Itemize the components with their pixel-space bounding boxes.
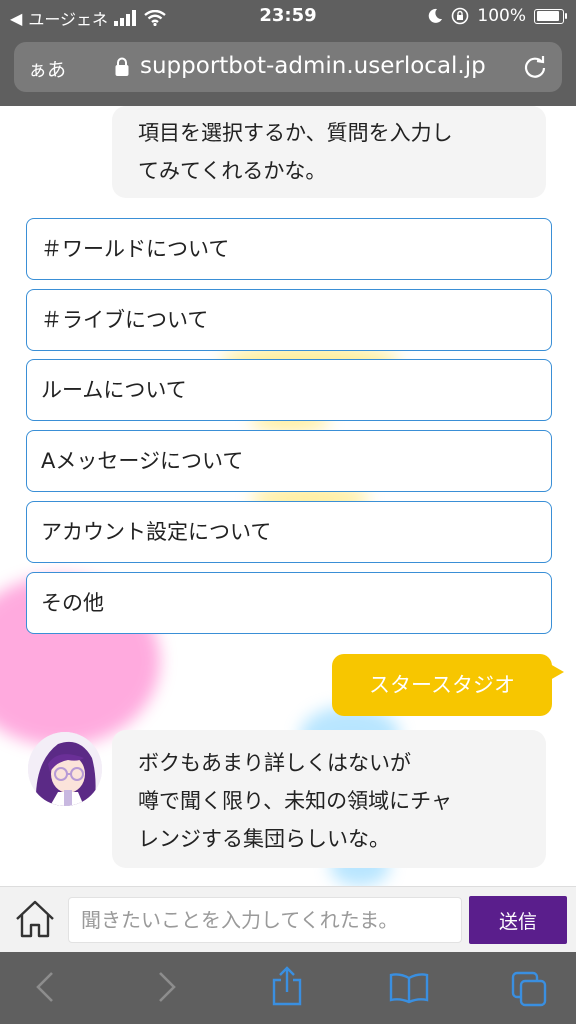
- message-input[interactable]: [68, 897, 462, 943]
- status-bar: ◀ ユージェネ 23:59 100%: [0, 0, 576, 34]
- orientation-lock-icon: [452, 7, 469, 25]
- home-icon[interactable]: [14, 899, 56, 939]
- bot-message-line: レンジする集団らしいな。: [138, 827, 390, 851]
- bot-message-line: 噂で聞く限り、未知の領域にチャ: [138, 789, 452, 813]
- option-live[interactable]: ＃ライブについて: [26, 289, 552, 351]
- status-right: 100%: [427, 6, 567, 26]
- forward-icon[interactable]: [156, 970, 178, 1004]
- send-button[interactable]: 送信: [469, 896, 567, 944]
- bot-message-line: 項目を選択するか、質問を入力し: [138, 121, 453, 145]
- share-icon[interactable]: [270, 966, 304, 1006]
- option-world[interactable]: ＃ワールドについて: [26, 218, 552, 280]
- bot-avatar: [28, 732, 102, 806]
- option-room[interactable]: ルームについて: [26, 359, 552, 421]
- back-icon[interactable]: [34, 970, 56, 1004]
- chat-input-bar: 送信: [0, 886, 576, 953]
- bot-avatar-illustration: [28, 732, 102, 806]
- browser-toolbar: [0, 952, 576, 1024]
- option-a-message[interactable]: Aメッセージについて: [26, 430, 552, 492]
- bot-message: ボクもあまり詳しくはないが 噂で聞く限り、未知の領域にチャ レンジする集団らしい…: [112, 730, 546, 868]
- text-size-button[interactable]: ぁあ: [28, 55, 66, 82]
- option-other[interactable]: その他: [26, 572, 552, 634]
- user-message: スタースタジオ: [332, 654, 564, 716]
- reload-icon[interactable]: [522, 54, 548, 80]
- battery-icon: [534, 8, 567, 24]
- browser-address-area: ぁあ supportbot-admin.userlocal.jp: [0, 34, 576, 106]
- option-account-settings[interactable]: アカウント設定について: [26, 501, 552, 563]
- bot-message: 項目を選択するか、質問を入力し てみてくれるかな。: [112, 106, 546, 198]
- chat-area[interactable]: 項目を選択するか、質問を入力し てみてくれるかな。 ＃ワールドについて ＃ライブ…: [0, 106, 576, 886]
- moon-icon: [429, 8, 443, 23]
- bookmarks-icon[interactable]: [388, 972, 430, 1004]
- bot-message-line: てみてくれるかな。: [138, 159, 327, 183]
- lock-icon: [115, 57, 129, 76]
- battery-percent: 100%: [477, 6, 526, 26]
- address-bar[interactable]: ぁあ supportbot-admin.userlocal.jp: [14, 42, 562, 92]
- tabs-icon[interactable]: [510, 970, 548, 1008]
- bot-message-line: ボクもあまり詳しくはないが: [138, 751, 411, 775]
- url-text[interactable]: supportbot-admin.userlocal.jp: [140, 53, 486, 79]
